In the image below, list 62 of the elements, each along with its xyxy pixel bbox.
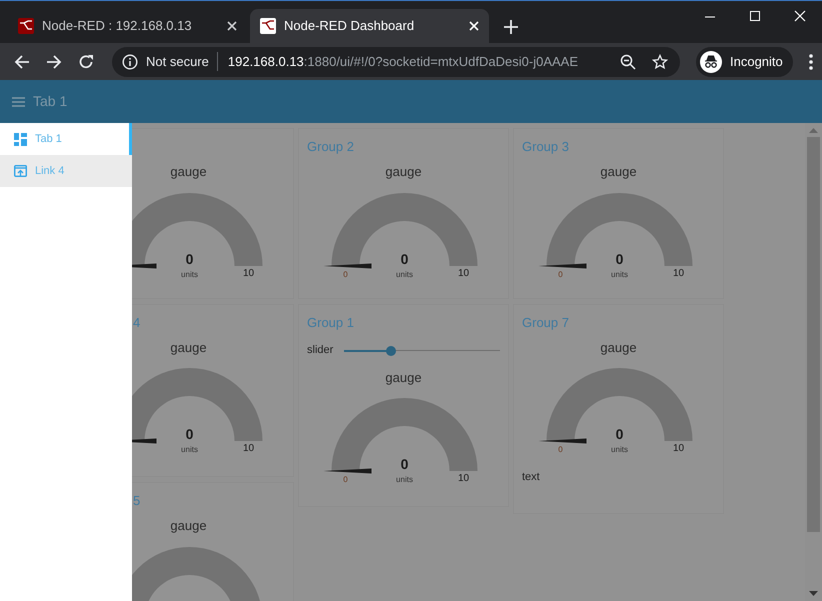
gauge-units: units [181, 270, 198, 278]
back-icon[interactable] [14, 54, 30, 70]
gauge-min: 0 [558, 445, 563, 454]
url-path: :1880/ui/#!/0?socketid=mtxUdfDaDesi0-j0AAAE [304, 52, 578, 71]
dashboard-icon [14, 132, 27, 146]
link-icon [14, 164, 27, 178]
gauge-units: units [396, 270, 413, 278]
gauge-units: units [611, 270, 628, 278]
scrollbar-thumb[interactable] [807, 137, 820, 532]
reload-icon[interactable] [78, 54, 94, 70]
gauge-max: 10 [458, 473, 470, 484]
new-tab-icon[interactable] [504, 20, 518, 34]
gauge-max: 10 [242, 443, 254, 454]
gauge-value: 0 [616, 250, 624, 266]
group-title: Group 7 [521, 314, 570, 332]
scroll-down-icon[interactable] [809, 591, 818, 596]
gauge-max: 10 [242, 268, 254, 278]
gauge-value: 0 [400, 456, 408, 472]
incognito-button[interactable]: Incognito [696, 46, 793, 76]
gauge-max: 10 [672, 443, 684, 454]
gauge-units: units [396, 475, 413, 484]
gauge-title: gauge [599, 338, 638, 357]
close-icon[interactable] [227, 21, 237, 31]
app-logo-icon [18, 18, 34, 34]
gauge-value: 0 [616, 426, 624, 442]
group-title: 5 [132, 492, 142, 510]
url-host: 192.168.0.13 [228, 52, 304, 71]
header-title: Tab 1 [33, 92, 68, 111]
text-label: text [521, 470, 541, 485]
group-title: Group 1 [306, 314, 355, 332]
slider-thumb[interactable] [386, 346, 396, 356]
gauge-min: 0 [343, 475, 348, 484]
gauge-min: 0 [558, 270, 563, 278]
group-title: 4 [132, 314, 142, 332]
browser-tab[interactable]: Node-RED : 192.168.0.13 [8, 9, 247, 43]
gauge-max: 10 [458, 268, 470, 278]
star-icon[interactable] [652, 54, 668, 70]
gauge-units: units [611, 445, 628, 454]
slider-label: slider [307, 343, 334, 358]
gauge-title: gauge [169, 163, 208, 181]
incognito-icon [700, 50, 722, 72]
gauge-value: 0 [400, 250, 408, 266]
gauge-min: 0 [343, 270, 348, 278]
gauge-value: 0 [186, 426, 194, 442]
group-title: Group 3 [521, 138, 570, 156]
info-icon [122, 54, 138, 70]
group-title: Group 2 [306, 138, 355, 156]
gauge-title: gauge [384, 368, 423, 387]
gauge-value: 0 [186, 250, 194, 266]
forward-icon[interactable] [46, 54, 62, 70]
address-bar[interactable]: Not secure 192.168.0.13:1880/ui/#!/0?socketid=mtxUdfDaDesi0-j0AAAE [112, 46, 680, 76]
gauge-max: 10 [672, 268, 684, 278]
browser-tab[interactable]: Node-RED Dashboard [250, 9, 489, 43]
app-logo-icon [260, 18, 276, 34]
gauge-title: gauge [384, 163, 423, 181]
gauge-title: gauge [169, 517, 208, 535]
gauge-units: units [181, 445, 198, 454]
menu-icon[interactable] [808, 54, 813, 70]
security-label: Not secure [146, 52, 218, 72]
gauge-title: gauge [169, 338, 208, 357]
gauge-title: gauge [599, 163, 638, 181]
zoom-out-icon[interactable] [620, 54, 636, 70]
